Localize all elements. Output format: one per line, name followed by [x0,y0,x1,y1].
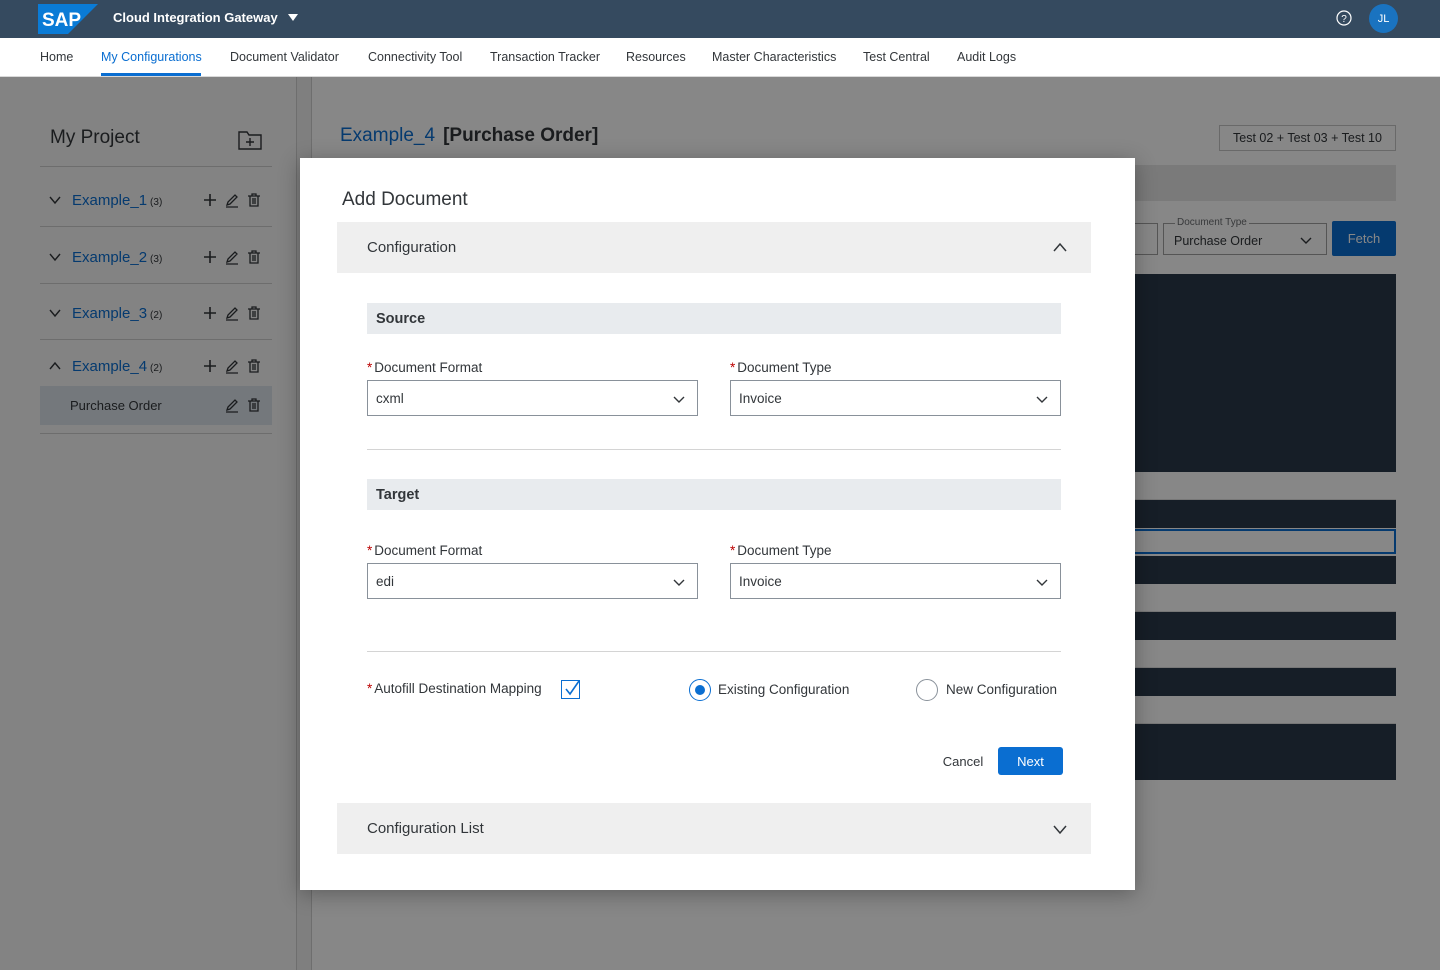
help-icon[interactable]: ? [1336,10,1352,26]
svg-text:SAP: SAP [42,10,81,31]
source-section-header: Source [367,303,1061,334]
next-button[interactable]: Next [998,747,1063,775]
nav-master-characteristics[interactable]: Master Characteristics [712,50,836,64]
active-tab-indicator [101,73,201,76]
chevron-down-icon [1036,396,1048,403]
target-type-label: * Document Type [730,543,832,558]
nav-home[interactable]: Home [40,50,73,64]
nav-test-central[interactable]: Test Central [863,50,930,64]
autofill-label: * Autofill Destination Mapping [367,681,542,696]
configuration-list-panel-header[interactable]: Configuration List [337,803,1091,854]
chevron-down-icon [673,396,685,403]
target-type-select[interactable]: Invoice [730,563,1061,599]
target-format-select[interactable]: edi [367,563,698,599]
app-title[interactable]: Cloud Integration Gateway [113,10,278,25]
cancel-button[interactable]: Cancel [938,754,988,774]
svg-text:?: ? [1341,14,1347,25]
nav-resources[interactable]: Resources [626,50,686,64]
select-value: edi [376,574,395,589]
new-configuration-radio[interactable] [916,679,938,701]
target-format-label: * Document Format [367,543,483,558]
avatar[interactable]: JL [1369,4,1398,33]
dialog-title: Add Document [342,189,468,210]
autofill-checkbox[interactable] [561,680,580,699]
checkmark-icon [565,680,580,696]
shell-bar: SAP Cloud Integration Gateway ? JL [0,0,1440,38]
source-type-label: * Document Type [730,360,832,375]
target-section-header: Target [367,479,1061,510]
select-value: Invoice [739,391,782,406]
chevron-down-icon [1036,579,1048,586]
nav-audit-logs[interactable]: Audit Logs [957,50,1016,64]
section-divider [367,449,1061,450]
select-value: Invoice [739,574,782,589]
source-format-label: * Document Format [367,360,483,375]
sap-logo[interactable]: SAP [38,4,98,34]
existing-configuration-label[interactable]: Existing Configuration [718,682,849,697]
nav-transaction-tracker[interactable]: Transaction Tracker [490,50,600,64]
configuration-panel-header[interactable]: Configuration [337,222,1091,273]
nav-connectivity-tool[interactable]: Connectivity Tool [368,50,462,64]
caret-down-icon[interactable] [288,14,298,22]
section-divider [367,651,1061,652]
section-title: Target [376,487,420,503]
panel-title: Configuration [367,239,457,256]
panel-title: Configuration List [367,820,484,837]
new-configuration-label[interactable]: New Configuration [946,682,1057,697]
select-value: cxml [376,391,404,406]
nav-my-configurations[interactable]: My Configurations [101,50,202,64]
add-document-dialog: Add Document Configuration Source * Docum… [300,158,1135,890]
existing-configuration-radio[interactable] [689,679,711,701]
chevron-down-icon [673,579,685,586]
source-format-select[interactable]: cxml [367,380,698,416]
source-type-select[interactable]: Invoice [730,380,1061,416]
top-nav: Home My Configurations Document Validato… [0,38,1440,77]
chevron-up-icon[interactable] [1053,242,1067,252]
chevron-down-icon[interactable] [1053,825,1067,835]
nav-document-validator[interactable]: Document Validator [230,50,339,64]
section-title: Source [376,311,426,327]
